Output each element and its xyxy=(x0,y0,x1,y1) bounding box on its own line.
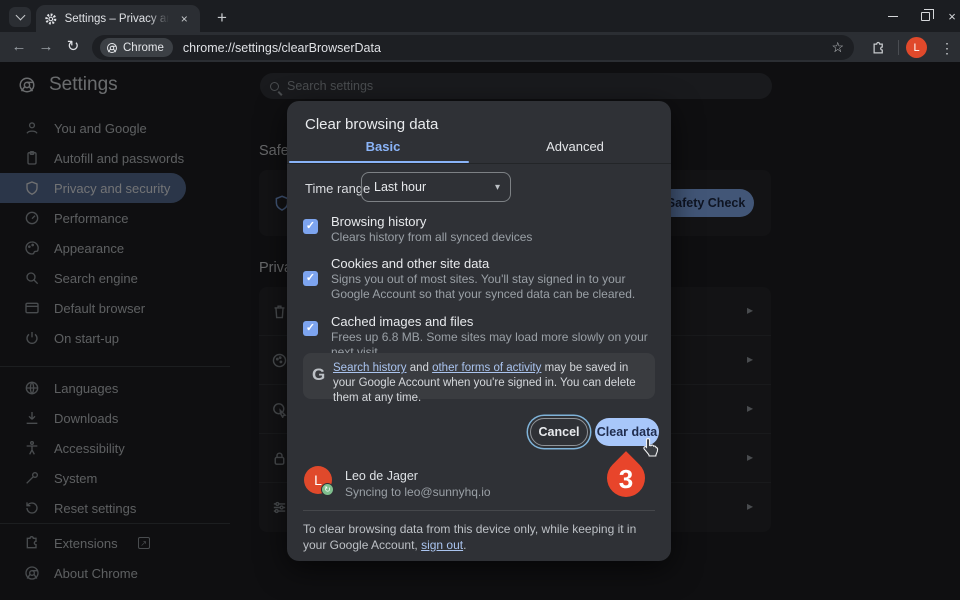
extensions-icon[interactable] xyxy=(866,36,890,60)
sync-badge-icon: ↻ xyxy=(321,483,334,496)
checkbox-browsing-history[interactable]: ✓ xyxy=(303,219,318,234)
time-range-select[interactable]: Last hour ▾ xyxy=(361,172,511,202)
tab-search-button[interactable] xyxy=(9,7,31,27)
titlebar: Settings – Privacy and secu × + × xyxy=(0,0,960,32)
chrome-logo-icon xyxy=(106,42,118,54)
restore-icon xyxy=(921,12,930,21)
cancel-button[interactable]: Cancel xyxy=(530,418,588,446)
minimize-icon xyxy=(888,16,898,17)
url-text: chrome://settings/clearBrowserData xyxy=(183,41,832,55)
tab-title: Settings – Privacy and secu xyxy=(65,13,170,25)
new-tab-button[interactable]: + xyxy=(210,6,234,30)
account-name: Leo de Jager xyxy=(345,469,418,483)
tab-close-icon[interactable]: × xyxy=(176,11,192,27)
minimize-button[interactable] xyxy=(876,0,910,32)
profile-avatar[interactable]: L xyxy=(906,37,927,58)
checkbox-description: Clears history from all synced devices xyxy=(331,230,657,245)
footer-text-end: . xyxy=(463,538,466,552)
checkbox-title: Cookies and other site data xyxy=(331,256,489,271)
address-bar[interactable]: Chrome chrome://settings/clearBrowserDat… xyxy=(92,35,854,60)
gear-icon xyxy=(44,12,58,26)
tab-advanced[interactable]: Advanced xyxy=(479,139,671,163)
browser-tab[interactable]: Settings – Privacy and secu × xyxy=(36,5,200,32)
step-number: 3 xyxy=(607,459,645,497)
chevron-down-icon xyxy=(15,11,25,21)
google-g-icon: G xyxy=(312,365,325,385)
chip-label: Chrome xyxy=(123,42,164,54)
dropdown-caret-icon: ▾ xyxy=(495,182,500,193)
google-account-notice: G Search history and other forms of acti… xyxy=(303,353,655,399)
notice-text-mid: and xyxy=(407,362,433,374)
forward-button[interactable]: → xyxy=(33,34,59,60)
close-icon: × xyxy=(948,9,956,24)
dialog-divider xyxy=(287,163,671,164)
checkbox-cookies[interactable]: ✓ xyxy=(303,271,318,286)
back-button[interactable]: ← xyxy=(6,34,32,60)
reload-button[interactable]: ↻ xyxy=(60,34,86,60)
window-close-button[interactable]: × xyxy=(935,0,960,32)
checkbox-title: Browsing history xyxy=(331,214,426,229)
checkbox-description: Signs you out of most sites. You'll stay… xyxy=(331,272,657,302)
search-history-link[interactable]: Search history xyxy=(333,362,407,374)
bookmark-star-icon[interactable]: ☆ xyxy=(831,39,844,56)
tab-basic[interactable]: Basic xyxy=(287,139,479,163)
footer-divider xyxy=(303,510,655,511)
account-sync-status: Syncing to leo@sunnyhq.io xyxy=(345,485,491,499)
checkbox-cached-images[interactable]: ✓ xyxy=(303,321,318,336)
notice-text: Search history and other forms of activi… xyxy=(333,361,645,406)
hand-cursor-icon xyxy=(642,437,659,462)
footer-text: To clear browsing data from this device … xyxy=(303,522,636,552)
checkbox-title: Cached images and files xyxy=(331,314,473,329)
toolbar: ← → ↻ Chrome chrome://settings/clearBrow… xyxy=(0,32,960,62)
sign-out-link[interactable]: sign out xyxy=(421,538,463,552)
time-range-value: Last hour xyxy=(374,180,426,194)
menu-kebab-icon[interactable]: ⋮ xyxy=(936,36,958,60)
chrome-url-chip[interactable]: Chrome xyxy=(100,38,173,57)
dialog-title: Clear browsing data xyxy=(305,116,438,133)
dialog-footer-note: To clear browsing data from this device … xyxy=(303,521,643,553)
other-activity-link[interactable]: other forms of activity xyxy=(432,362,541,374)
toolbar-separator xyxy=(898,40,899,55)
